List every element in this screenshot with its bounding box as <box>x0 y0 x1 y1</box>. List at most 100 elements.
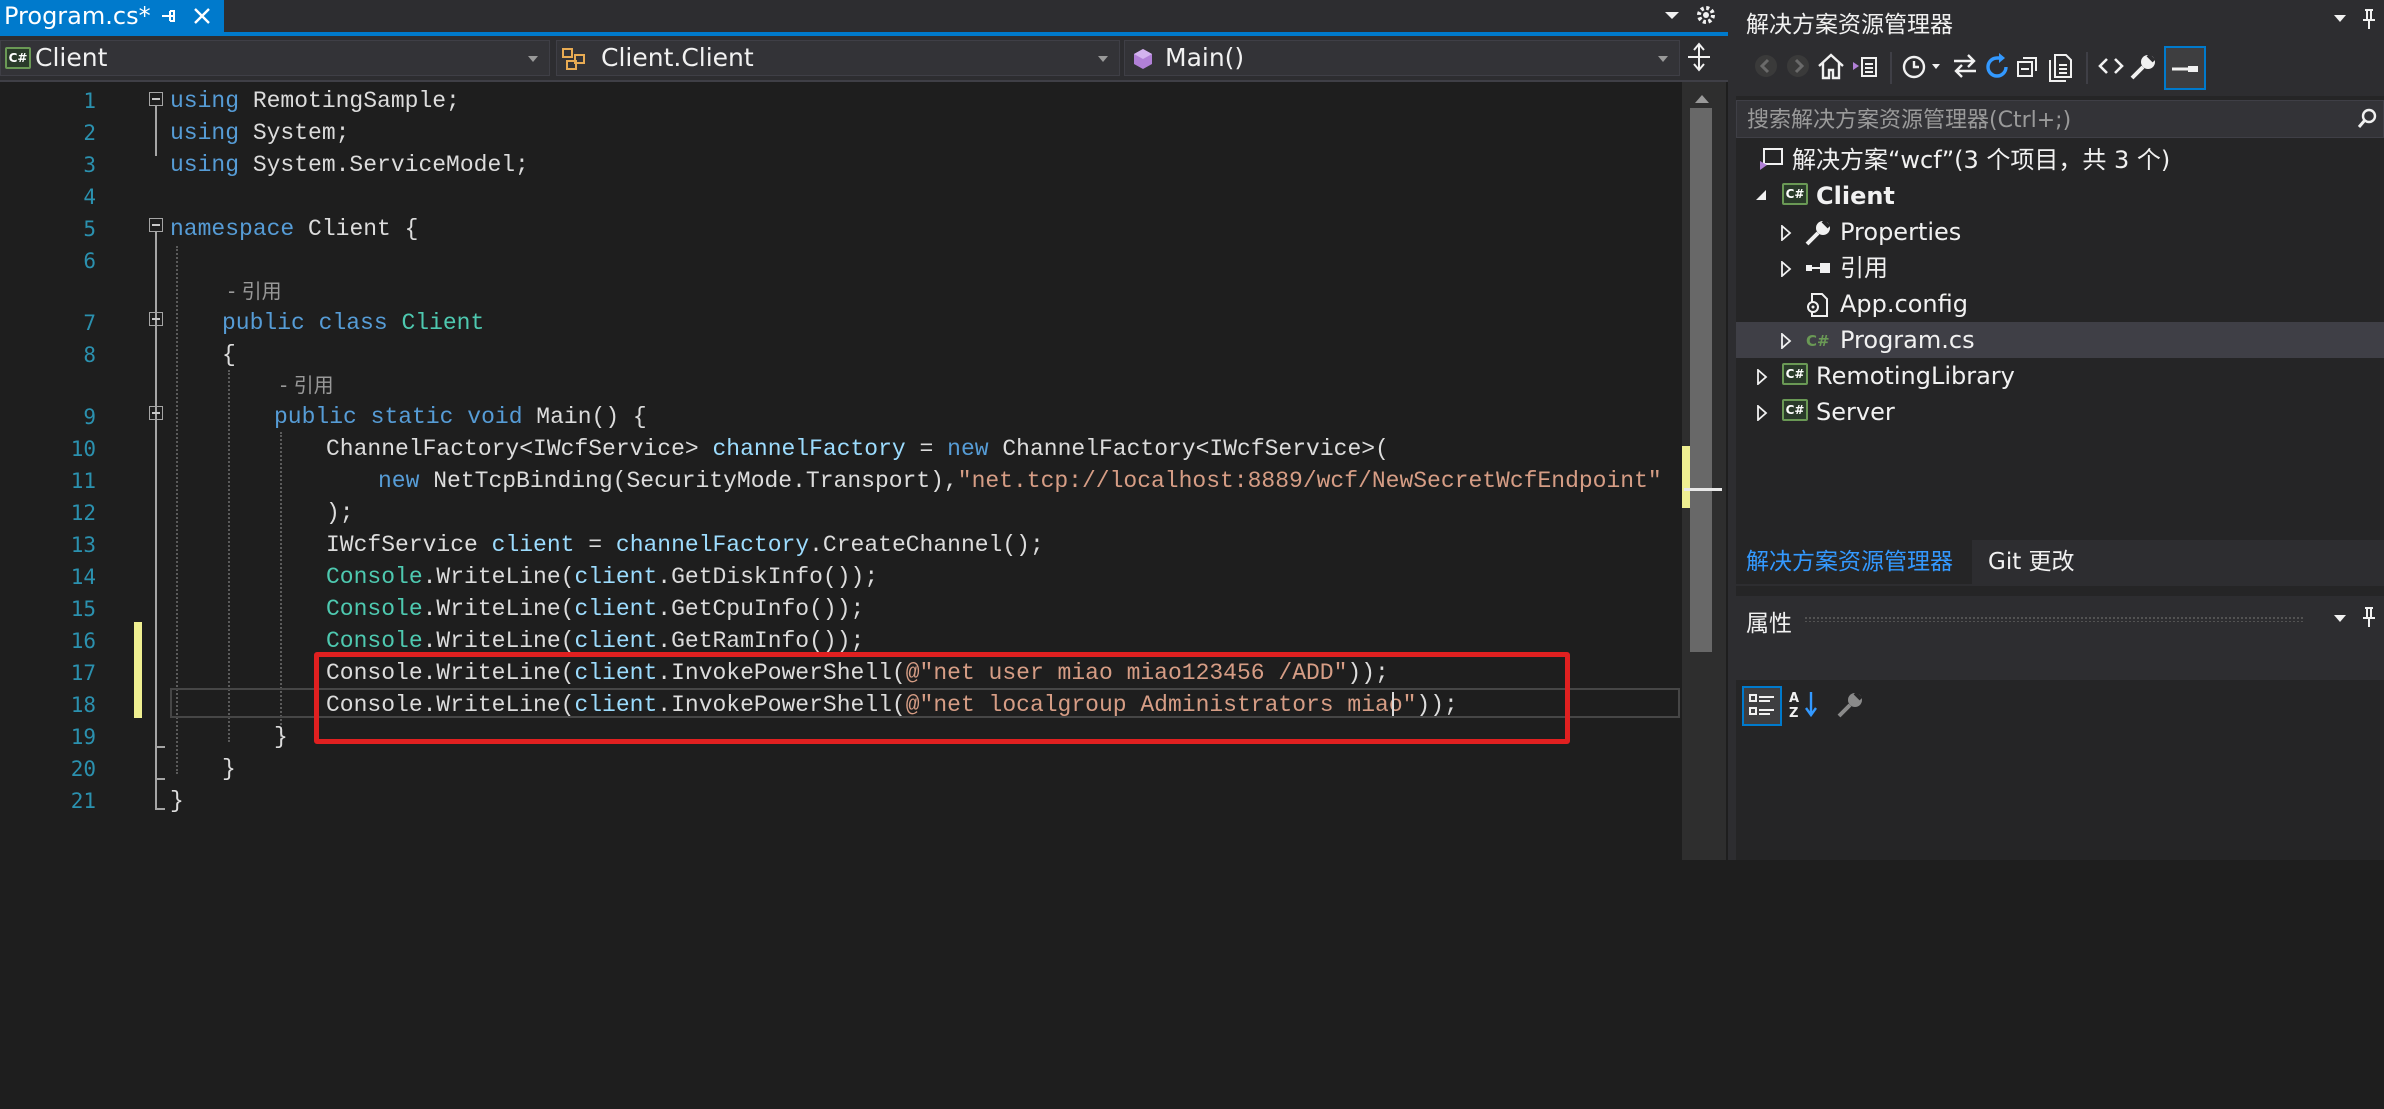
back-icon[interactable] <box>1752 52 1784 84</box>
code-token: < <box>1195 436 1210 462</box>
solution-icon <box>1758 147 1786 173</box>
pending-changes-filter-icon[interactable] <box>1900 52 1944 84</box>
fold-toggle[interactable] <box>149 92 163 106</box>
search-input[interactable] <box>1745 103 2319 137</box>
csharp-project-icon: C# <box>1782 363 1808 385</box>
fold-toggle[interactable] <box>149 312 163 326</box>
pin-icon[interactable] <box>158 6 178 26</box>
type-dropdown-label: Client.Client <box>601 43 754 72</box>
csharp-project-icon: C# <box>1782 183 1808 205</box>
line-number: 7 <box>83 311 96 335</box>
scrollbar-caret-position <box>1684 488 1722 491</box>
code-token: Client <box>401 310 485 336</box>
member-dropdown[interactable]: Main() <box>1124 40 1680 76</box>
drag-grip[interactable] <box>1804 616 2304 622</box>
method-icon <box>1131 47 1155 71</box>
tree-node-client[interactable]: C# Client <box>1736 178 2384 214</box>
outline-line <box>155 778 165 780</box>
tree-node-remotinglibrary[interactable]: C# RemotingLibrary <box>1736 358 2384 394</box>
code-token: IWcfService <box>1209 436 1362 462</box>
type-dropdown[interactable]: Client.Client <box>556 40 1120 76</box>
collapsed-triangle-icon[interactable] <box>1780 333 1792 349</box>
tab-program-cs[interactable]: Program.cs* <box>0 0 224 32</box>
properties-object-selector[interactable] <box>1736 640 2384 680</box>
collapsed-triangle-icon[interactable] <box>1780 261 1792 277</box>
navigation-bar: C# Client Client.Client Main() <box>0 36 1728 82</box>
collapse-all-icon[interactable] <box>2014 52 2046 84</box>
code-line: namespace Client { <box>170 213 418 245</box>
pin-icon[interactable] <box>2360 606 2378 628</box>
chevron-up-icon[interactable] <box>1694 94 1710 104</box>
codelens-references[interactable]: - 引用 <box>280 369 334 401</box>
chevron-down-icon <box>1097 55 1109 63</box>
tree-node-program-cs[interactable]: C# Program.cs <box>1736 322 2384 358</box>
tree-node-properties[interactable]: Properties <box>1736 214 2384 250</box>
code-token: channelFactory <box>712 436 906 462</box>
chevron-down-icon[interactable] <box>2332 12 2348 24</box>
csharp-project-icon: C# <box>5 47 31 69</box>
code-token: using <box>170 120 240 146</box>
tree-node-solution[interactable]: 解决方案“wcf”(3 个项目，共 3 个) <box>1736 142 2384 178</box>
tree-node-app-config[interactable]: App.config <box>1736 286 2384 322</box>
split-window-icon[interactable] <box>1686 42 1712 72</box>
close-icon[interactable] <box>192 6 212 26</box>
home-icon[interactable] <box>1816 52 1848 84</box>
forward-icon[interactable] <box>1784 52 1816 84</box>
solution-explorer-search[interactable] <box>1736 100 2384 138</box>
code-line: public class Client <box>222 307 484 339</box>
tab-overflow-dropdown-icon[interactable] <box>1663 8 1681 22</box>
code-token: IWcfService <box>533 436 685 462</box>
codelens-references[interactable]: - 引用 <box>228 275 282 307</box>
change-marker <box>134 622 142 718</box>
code-editor[interactable]: Program.cs* C# Client Client.Client Main… <box>0 0 1728 860</box>
tree-node-label: Properties <box>1840 218 1962 246</box>
scrollbar-thumb[interactable] <box>1690 108 1712 652</box>
expanded-triangle-icon[interactable] <box>1754 188 1768 202</box>
code-token: .GetDiskInfo()); <box>657 564 879 590</box>
properties-wrench-icon[interactable] <box>2128 52 2160 84</box>
code-token: ChannelFactory <box>1002 436 1196 462</box>
fold-toggle[interactable] <box>149 218 163 232</box>
code-token: class <box>318 310 388 336</box>
collapsed-triangle-icon[interactable] <box>1756 405 1768 421</box>
categorized-view-icon[interactable] <box>1742 686 1782 726</box>
code-token: Client { <box>294 216 419 242</box>
refresh-icon[interactable] <box>1982 52 2014 84</box>
outline-line <box>155 808 165 810</box>
sync-with-active-document-icon[interactable] <box>1950 52 1982 84</box>
chevron-down-icon[interactable] <box>2332 612 2348 624</box>
switch-views-icon[interactable] <box>1850 52 1882 84</box>
property-pages-wrench-icon[interactable] <box>1832 686 1872 726</box>
line-number: 6 <box>83 249 96 273</box>
vertical-scrollbar[interactable] <box>1682 82 1726 860</box>
tree-node-references[interactable]: 引用 <box>1736 250 2384 286</box>
collapsed-triangle-icon[interactable] <box>1780 225 1792 241</box>
code-line: new NetTcpBinding(SecurityMode.Transport… <box>378 465 1662 497</box>
line-number: 3 <box>83 153 96 177</box>
chevron-down-icon <box>1657 55 1669 63</box>
view-code-icon[interactable] <box>2096 52 2128 84</box>
tree-node-label: 解决方案“wcf”(3 个项目，共 3 个) <box>1792 146 2171 174</box>
tab-solution-explorer[interactable]: 解决方案资源管理器 <box>1736 540 1972 584</box>
solution-explorer-title: 解决方案资源管理器 <box>1746 12 1953 38</box>
panel-splitter[interactable] <box>1728 0 1736 860</box>
tab-git-changes[interactable]: Git 更改 <box>1974 540 2134 584</box>
line-number: 10 <box>70 437 96 461</box>
show-all-files-icon[interactable] <box>2046 52 2078 84</box>
fold-toggle[interactable] <box>149 406 163 420</box>
tree-node-server[interactable]: C# Server <box>1736 394 2384 430</box>
collapsed-triangle-icon[interactable] <box>1756 369 1768 385</box>
code-token: public <box>274 404 357 430</box>
code-token: using <box>170 88 240 114</box>
preview-selected-items-icon[interactable] <box>2164 46 2206 90</box>
code-text[interactable]: using RemotingSample; using System; usin… <box>170 85 1662 1109</box>
code-token: client <box>574 564 658 590</box>
gear-icon[interactable] <box>1694 3 1718 27</box>
solution-tree: 解决方案“wcf”(3 个项目，共 3 个) C# Client Propert… <box>1736 142 2384 542</box>
pin-icon[interactable] <box>2360 8 2378 30</box>
solution-explorer-tabs: 解决方案资源管理器 Git 更改 <box>1736 540 2384 586</box>
project-dropdown[interactable]: C# Client <box>0 40 550 76</box>
alphabetical-sort-icon[interactable]: AZ <box>1786 686 1826 726</box>
search-icon[interactable] <box>2357 107 2379 129</box>
